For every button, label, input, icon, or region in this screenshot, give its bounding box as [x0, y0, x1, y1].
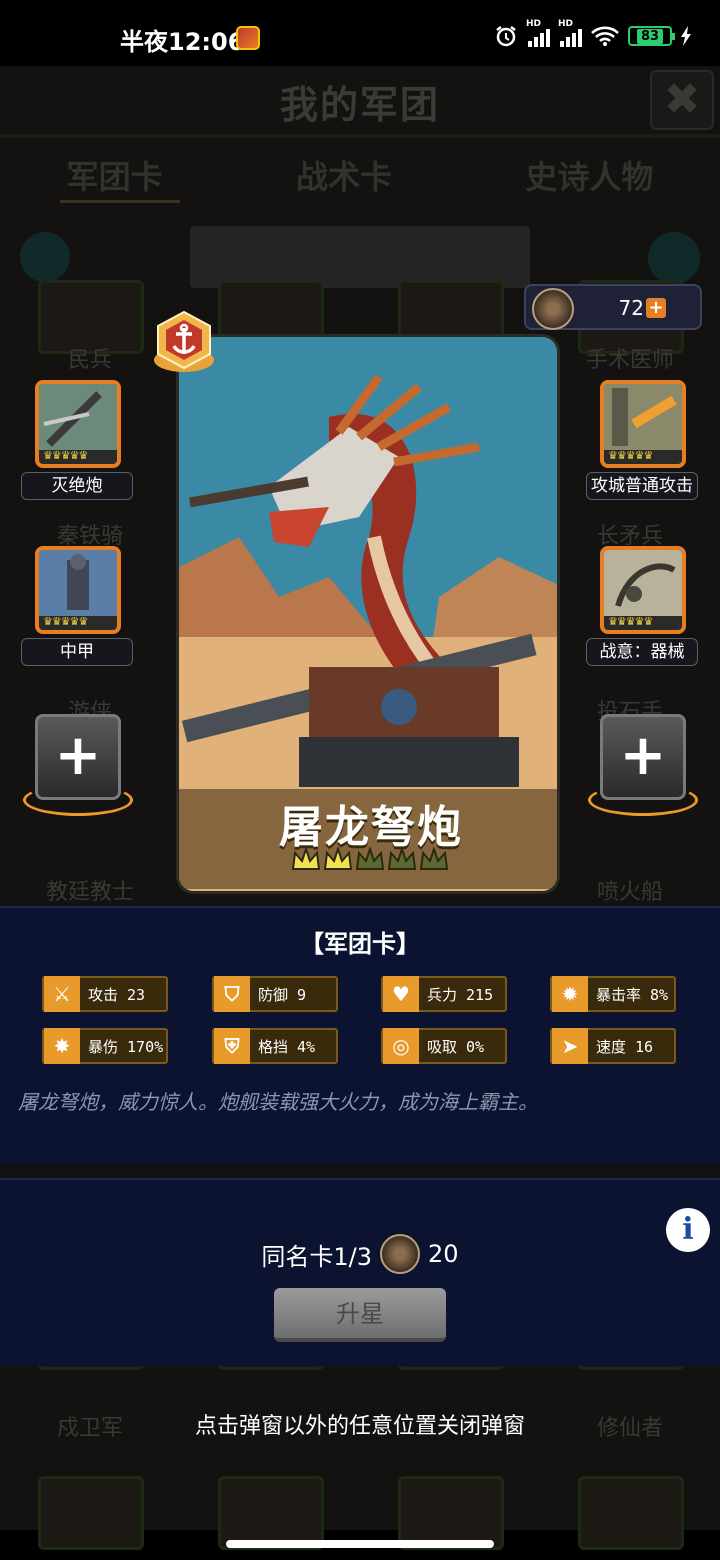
grid-card[interactable] [38, 1476, 144, 1550]
grid-card[interactable] [218, 1476, 324, 1550]
stat-chip: ✸ 暴伤 170% [42, 1028, 168, 1064]
section-title: 【军团卡】 [300, 930, 420, 958]
unit-portrait [604, 384, 682, 450]
stat-text: 格挡 4% [258, 1037, 316, 1056]
page-title: 我的军团 [279, 83, 440, 127]
stat-text: 兵力 215 [427, 985, 494, 1004]
crit-damage-icon: ✸ [44, 1028, 80, 1064]
mini-crowns: ♛♛♛♛♛ [43, 615, 88, 628]
duplicate-card-row: 同名卡1/3 20 [0, 1234, 720, 1274]
stat-chip: ➤ 速度 16 [550, 1028, 676, 1064]
stat-text: 暴伤 170% [88, 1037, 164, 1056]
stat-chip: ⛉ 防御 9 [212, 976, 338, 1012]
stat-text: 吸取 0% [427, 1037, 485, 1056]
stat-chip: ◎ 吸取 0% [381, 1028, 507, 1064]
list-view-button[interactable] [20, 232, 70, 282]
close-button[interactable]: ✖ [650, 70, 714, 130]
app-notification-icon [236, 26, 260, 50]
lifesteal-icon: ◎ [383, 1028, 419, 1064]
add-resource-button[interactable]: + [646, 298, 666, 318]
battery-level: 83 [636, 28, 664, 44]
anchor-class-icon [154, 310, 214, 372]
status-bar: 半夜12:06 HD HD 83 [0, 0, 720, 66]
grid-card[interactable] [398, 1476, 504, 1550]
grid-card[interactable] [578, 1476, 684, 1550]
close-hint: 点击弹窗以外的任意位置关闭弹窗 [194, 1414, 525, 1439]
crown-filled-icon [323, 847, 353, 870]
slot-label: 攻城普通攻击 [586, 472, 698, 500]
slot-base-glow [23, 784, 133, 816]
crown-filled-icon [291, 847, 321, 870]
battery-icon: 83 [628, 26, 675, 46]
upgrade-panel: i 同名卡1/3 20 升星 [0, 1178, 720, 1366]
slot-label: 中甲 [21, 638, 133, 666]
block-icon: ⛨ [214, 1028, 250, 1064]
equip-slot-right-1[interactable]: ♛♛♛♛♛ [600, 380, 686, 468]
duplicate-cost: 20 [428, 1240, 459, 1268]
shield-icon: ⛉ [214, 976, 250, 1012]
grid-label: 手术医师 [585, 348, 674, 373]
alarm-icon [496, 26, 516, 47]
card-star-rating [291, 847, 449, 873]
stat-text: 暴击率 8% [596, 985, 669, 1004]
resource-value: 72 [618, 296, 644, 320]
stat-chip: ⛨ 格挡 4% [212, 1028, 338, 1064]
status-time: 半夜12:06 [120, 28, 245, 56]
upgrade-star-button[interactable]: 升星 [274, 1288, 446, 1342]
charging-icon [681, 26, 691, 46]
active-tab-indicator [60, 200, 180, 203]
grid-label: 喷火船 [596, 880, 663, 905]
stat-text: 防御 9 [258, 985, 307, 1004]
unit-portrait [604, 550, 682, 616]
stat-text: 攻击 23 [88, 985, 146, 1004]
filter-button[interactable] [648, 232, 700, 284]
signal-1-icon: HD [526, 19, 550, 47]
resource-counter: 72 + [524, 284, 702, 330]
signal-2-icon: HD [558, 19, 582, 47]
wifi-icon [591, 26, 619, 46]
tab-epic-characters[interactable]: 史诗人物 [525, 152, 653, 198]
slot-label: 灭绝炮 [21, 472, 133, 500]
slot-base-glow [588, 784, 698, 816]
sword-icon: ⚔ [44, 976, 80, 1012]
unit-portrait [39, 384, 117, 450]
speed-icon: ➤ [552, 1028, 588, 1064]
duplicate-count: 同名卡1/3 [261, 1242, 373, 1271]
search-input[interactable] [190, 226, 530, 288]
grid-label: 教廷教士 [45, 880, 134, 905]
mini-crowns: ♛♛♛♛♛ [608, 615, 653, 628]
stat-chip: ✹ 暴击率 8% [550, 976, 676, 1012]
crown-empty-icon [419, 847, 449, 870]
stat-chip: ⚔ 攻击 23 [42, 976, 168, 1012]
unit-portrait [39, 550, 117, 616]
card-detail-popup: 【军团卡】 ⚔ 攻击 23 ⛉ 防御 9 ♥ 兵力 215 ✹ 暴击率 8% ✸ 暴伤 170% ⛨… [0, 906, 720, 1366]
crown-empty-icon [387, 847, 417, 870]
mini-crowns: ♛♛♛♛♛ [608, 449, 653, 462]
slot-label: 战意：器械 [586, 638, 698, 666]
equip-slot-left-1[interactable]: ♛♛♛♛♛ [35, 380, 121, 468]
legion-crest-icon [532, 288, 574, 330]
equip-slot-right-2[interactable]: ♛♛♛♛♛ [600, 546, 686, 634]
tab-legion-cards[interactable]: 军团卡 [67, 152, 163, 198]
home-indicator[interactable] [226, 1540, 494, 1548]
crit-rate-icon: ✹ [552, 976, 588, 1012]
stats-panel: 【军团卡】 ⚔ 攻击 23 ⛉ 防御 9 ♥ 兵力 215 ✹ 暴击率 8% ✸ 暴伤 170% ⛨… [0, 906, 720, 1164]
card-description: 屠龙弩炮，威力惊人。炮舰装载强大火力，成为海上霸主。 [18, 1090, 538, 1114]
heart-icon: ♥ [383, 976, 419, 1012]
stat-text: 速度 16 [596, 1037, 654, 1056]
stat-chip: ♥ 兵力 215 [381, 976, 507, 1012]
mini-crowns: ♛♛♛♛♛ [43, 449, 88, 462]
unit-card: 屠龙弩炮 [176, 334, 560, 894]
title-divider [0, 134, 720, 138]
legion-crest-icon [380, 1234, 421, 1274]
crown-empty-icon [355, 847, 385, 870]
status-icons: HD HD 83 [494, 19, 692, 48]
tab-bar: 军团卡 战术卡 史诗人物 [0, 152, 720, 198]
equip-slot-left-2[interactable]: ♛♛♛♛♛ [35, 546, 121, 634]
tab-tactic-cards[interactable]: 战术卡 [296, 152, 392, 198]
card-name: 屠龙弩炮 [279, 802, 463, 853]
